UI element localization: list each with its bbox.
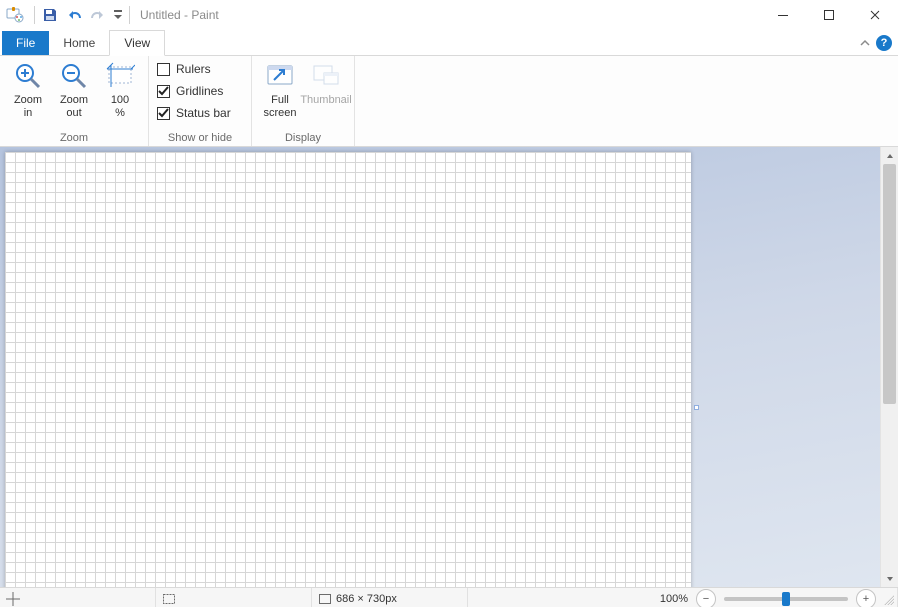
full-screen-label: Full screen — [263, 94, 296, 120]
zoom-slider-thumb[interactable] — [782, 592, 790, 606]
canvas-size-icon — [318, 592, 332, 606]
ribbon-tabs: File Home View ? — [0, 30, 898, 56]
customize-qat-button[interactable] — [111, 4, 125, 26]
canvas-viewport[interactable] — [0, 147, 880, 587]
window-controls — [760, 0, 898, 30]
status-cursor-pos — [0, 588, 156, 607]
full-screen-button[interactable]: Full screen — [258, 58, 302, 128]
zoom-level-label: 100% — [660, 593, 688, 605]
zoom-in-small-button[interactable]: + — [856, 589, 876, 607]
resize-gripper[interactable] — [882, 593, 894, 605]
group-display-label: Display — [258, 130, 348, 146]
zoom-out-button[interactable]: Zoom out — [52, 58, 96, 128]
undo-button[interactable] — [63, 4, 85, 26]
group-show-label: Show or hide — [155, 130, 245, 146]
cursor-pos-icon — [6, 592, 20, 606]
group-display: Full screen Thumbnail Display — [252, 56, 355, 146]
zoom-in-icon — [12, 60, 44, 92]
zoom-100-icon — [104, 60, 136, 92]
status-canvas-size: 686 × 730px — [312, 588, 468, 607]
canvas[interactable] — [5, 152, 691, 587]
group-zoom: Zoom in Zoom out — [0, 56, 149, 146]
status-selection-size — [156, 588, 312, 607]
zoom-100-label: 100 % — [111, 94, 129, 120]
status-bar: 686 × 730px 100% − + — [0, 587, 898, 607]
zoom-out-icon — [58, 60, 90, 92]
scroll-down-button[interactable] — [881, 570, 898, 587]
quick-access-toolbar — [39, 4, 125, 26]
scroll-up-button[interactable] — [881, 147, 898, 164]
thumbnail-button: Thumbnail — [304, 58, 348, 128]
canvas-size-label: 686 × 730px — [336, 593, 397, 605]
resize-handle-right[interactable] — [694, 405, 699, 410]
selection-size-icon — [162, 592, 176, 606]
maximize-button[interactable] — [806, 0, 852, 30]
tab-view[interactable]: View — [109, 30, 165, 56]
scrollbar-track[interactable] — [881, 164, 898, 570]
zoom-in-button[interactable]: Zoom in — [6, 58, 50, 128]
vertical-scrollbar[interactable] — [880, 147, 898, 587]
app-icon — [6, 6, 24, 24]
thumbnail-label: Thumbnail — [300, 94, 351, 107]
thumbnail-icon — [310, 60, 342, 92]
checkbox-icon — [157, 107, 170, 120]
collapse-ribbon-button[interactable] — [860, 38, 870, 48]
minimize-button[interactable] — [760, 0, 806, 30]
group-show-or-hide: Rulers Gridlines Status bar Show or hide — [149, 56, 252, 146]
ribbon: Zoom in Zoom out — [0, 56, 898, 147]
work-area — [0, 147, 898, 587]
gridlines-label: Gridlines — [176, 84, 223, 98]
zoom-out-label: Zoom out — [60, 94, 88, 120]
zoom-out-small-button[interactable]: − — [696, 589, 716, 607]
close-button[interactable] — [852, 0, 898, 30]
statusbar-checkbox[interactable]: Status bar — [157, 104, 231, 122]
zoom-in-label: Zoom in — [14, 94, 42, 120]
separator — [34, 6, 35, 24]
zoom-controls: 100% − + — [660, 588, 896, 607]
statusbar-label: Status bar — [176, 106, 231, 120]
help-button[interactable]: ? — [876, 35, 892, 51]
checkbox-icon — [157, 85, 170, 98]
scrollbar-thumb[interactable] — [883, 164, 896, 404]
separator — [129, 6, 130, 24]
full-screen-icon — [264, 60, 296, 92]
tab-home[interactable]: Home — [49, 31, 109, 55]
title-bar: Untitled - Paint — [0, 0, 898, 30]
checkbox-icon — [157, 63, 170, 76]
window-title: Untitled - Paint — [140, 8, 219, 22]
rulers-label: Rulers — [176, 62, 211, 76]
rulers-checkbox[interactable]: Rulers — [157, 60, 231, 78]
file-tab[interactable]: File — [2, 31, 49, 55]
zoom-100-button[interactable]: 100 % — [98, 58, 142, 128]
group-zoom-label: Zoom — [6, 130, 142, 146]
gridlines-checkbox[interactable]: Gridlines — [157, 82, 231, 100]
redo-button[interactable] — [87, 4, 109, 26]
save-button[interactable] — [39, 4, 61, 26]
zoom-slider[interactable] — [724, 597, 848, 601]
